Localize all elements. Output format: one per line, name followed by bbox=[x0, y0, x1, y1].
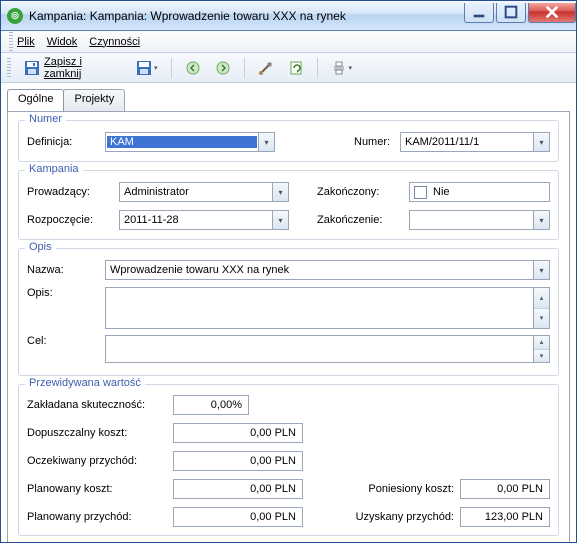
chevron-down-icon: ▾ bbox=[533, 261, 549, 279]
nav-forward-button[interactable] bbox=[210, 57, 236, 79]
menu-actions[interactable]: Czynności bbox=[89, 36, 140, 48]
menu-view[interactable]: Widok bbox=[47, 36, 78, 48]
dropdown-arrow-icon-2: ▾ bbox=[349, 64, 353, 72]
start-label: Rozpoczęcie: bbox=[27, 214, 119, 226]
goal-textarea[interactable]: ▴▾ bbox=[105, 335, 550, 363]
group-number: Numer Definicja: KAM ▾ Numer: KAM/2011/1… bbox=[18, 120, 559, 162]
name-combo[interactable]: Wprowadzenie towaru XXX na rynek ▾ bbox=[105, 260, 550, 280]
group-campaign: Kampania Prowadzący: Administrator ▾ Zak… bbox=[18, 170, 559, 240]
nav-back-button[interactable] bbox=[180, 57, 206, 79]
toolbar-separator-2 bbox=[244, 58, 245, 78]
lead-combo[interactable]: Administrator ▾ bbox=[119, 182, 289, 202]
refresh-button[interactable] bbox=[283, 57, 309, 79]
definition-combo[interactable]: KAM ▾ bbox=[105, 132, 275, 152]
close-button[interactable] bbox=[528, 3, 576, 23]
tab-general[interactable]: Ogólne bbox=[7, 89, 64, 111]
refresh-icon bbox=[288, 60, 304, 76]
chevron-down-icon: ▾ bbox=[272, 211, 288, 229]
titlebar: ◎ Kampania: Kampania: Wprowadzenie towar… bbox=[1, 1, 576, 31]
number-label: Numer: bbox=[354, 136, 400, 148]
spin-buttons[interactable]: ▴▾ bbox=[533, 336, 549, 362]
arrow-left-icon bbox=[185, 60, 201, 76]
tab-bar: Ogólne Projekty bbox=[7, 89, 570, 111]
app-icon: ◎ bbox=[7, 8, 23, 24]
tools-button[interactable] bbox=[253, 57, 279, 79]
plancost-label: Planowany koszt: bbox=[27, 483, 173, 495]
exprev-label: Oczekiwany przychód: bbox=[27, 455, 173, 467]
toolbar: Zapisz i zamknij ▾ ▾ bbox=[1, 53, 576, 83]
end-combo[interactable]: ▾ bbox=[409, 210, 550, 230]
window: ◎ Kampania: Kampania: Wprowadzenie towar… bbox=[0, 0, 577, 543]
number-combo[interactable]: KAM/2011/11/1 ▾ bbox=[400, 132, 550, 152]
plancost-input[interactable]: 0,00 PLN bbox=[173, 479, 303, 499]
name-label: Nazwa: bbox=[27, 264, 105, 276]
menubar: Plik Widok Czynności bbox=[1, 31, 576, 53]
gainrev-input[interactable]: 123,00 PLN bbox=[460, 507, 550, 527]
save-close-button[interactable]: Zapisz i zamknij bbox=[19, 57, 127, 79]
desc-label: Opis: bbox=[27, 287, 105, 299]
inccost-label: Poniesiony koszt: bbox=[334, 483, 460, 495]
menu-file[interactable]: Plik bbox=[17, 36, 35, 48]
toolbar-separator-3 bbox=[317, 58, 318, 78]
group-desc: Opis Nazwa: Wprowadzenie towaru XXX na r… bbox=[18, 248, 559, 376]
name-value: Wprowadzenie towaru XXX na rynek bbox=[106, 264, 533, 276]
disk-small-icon bbox=[136, 60, 152, 76]
maxcost-label: Dopuszczalny koszt: bbox=[27, 427, 173, 439]
print-button[interactable]: ▾ bbox=[326, 57, 358, 79]
done-value: Nie bbox=[433, 186, 450, 198]
done-checkbox[interactable]: Nie bbox=[409, 182, 550, 202]
planrev-input[interactable]: 0,00 PLN bbox=[173, 507, 303, 527]
chevron-down-icon: ▾ bbox=[258, 133, 274, 151]
eff-label: Zakładana skuteczność: bbox=[27, 399, 173, 411]
group-value-legend: Przewidywana wartość bbox=[25, 377, 145, 389]
arrow-right-icon bbox=[215, 60, 231, 76]
planrev-label: Planowany przychód: bbox=[27, 511, 173, 523]
toolbar-separator bbox=[171, 58, 172, 78]
disk-icon bbox=[24, 60, 40, 76]
client-area: Ogólne Projekty Numer Definicja: KAM ▾ N… bbox=[1, 83, 576, 542]
done-label: Zakończony: bbox=[313, 186, 409, 198]
maximize-button[interactable] bbox=[496, 3, 526, 23]
window-controls bbox=[462, 3, 576, 23]
start-combo[interactable]: 2011-11-28 ▾ bbox=[119, 210, 289, 230]
window-title: Kampania: Kampania: Wprowadzenie towaru … bbox=[29, 9, 462, 23]
spin-buttons[interactable]: ▴▾ bbox=[533, 288, 549, 328]
end-label: Zakończenie: bbox=[313, 214, 409, 226]
toolbar-handle bbox=[7, 58, 11, 78]
lead-label: Prowadzący: bbox=[27, 186, 119, 198]
save-button[interactable]: ▾ bbox=[131, 57, 163, 79]
save-close-label: Zapisz i zamknij bbox=[44, 56, 122, 80]
definition-label: Definicja: bbox=[27, 136, 105, 148]
minimize-button[interactable] bbox=[464, 3, 494, 23]
dropdown-arrow-icon: ▾ bbox=[154, 64, 158, 72]
maxcost-input[interactable]: 0,00 PLN bbox=[173, 423, 303, 443]
group-value: Przewidywana wartość Zakładana skuteczno… bbox=[18, 384, 559, 536]
goal-label: Cel: bbox=[27, 335, 105, 347]
tab-projects[interactable]: Projekty bbox=[63, 89, 125, 111]
chevron-down-icon: ▾ bbox=[533, 133, 549, 151]
chevron-down-icon: ▾ bbox=[272, 183, 288, 201]
menubar-handle bbox=[9, 32, 13, 52]
eff-input[interactable]: 0,00% bbox=[173, 395, 249, 415]
inccost-input[interactable]: 0,00 PLN bbox=[460, 479, 550, 499]
tab-content: Numer Definicja: KAM ▾ Numer: KAM/2011/1… bbox=[7, 111, 570, 542]
number-value: KAM/2011/11/1 bbox=[401, 136, 533, 148]
exprev-input[interactable]: 0,00 PLN bbox=[173, 451, 303, 471]
tools-icon bbox=[258, 60, 274, 76]
checkbox-icon bbox=[414, 186, 427, 199]
gainrev-label: Uzyskany przychód: bbox=[334, 511, 460, 523]
group-number-legend: Numer bbox=[25, 113, 66, 125]
group-desc-legend: Opis bbox=[25, 241, 56, 253]
lead-value: Administrator bbox=[120, 186, 272, 198]
start-value: 2011-11-28 bbox=[120, 214, 272, 226]
printer-icon bbox=[331, 60, 347, 76]
desc-textarea[interactable]: ▴▾ bbox=[105, 287, 550, 329]
chevron-down-icon: ▾ bbox=[533, 211, 549, 229]
group-campaign-legend: Kampania bbox=[25, 163, 83, 175]
definition-value: KAM bbox=[107, 136, 257, 148]
